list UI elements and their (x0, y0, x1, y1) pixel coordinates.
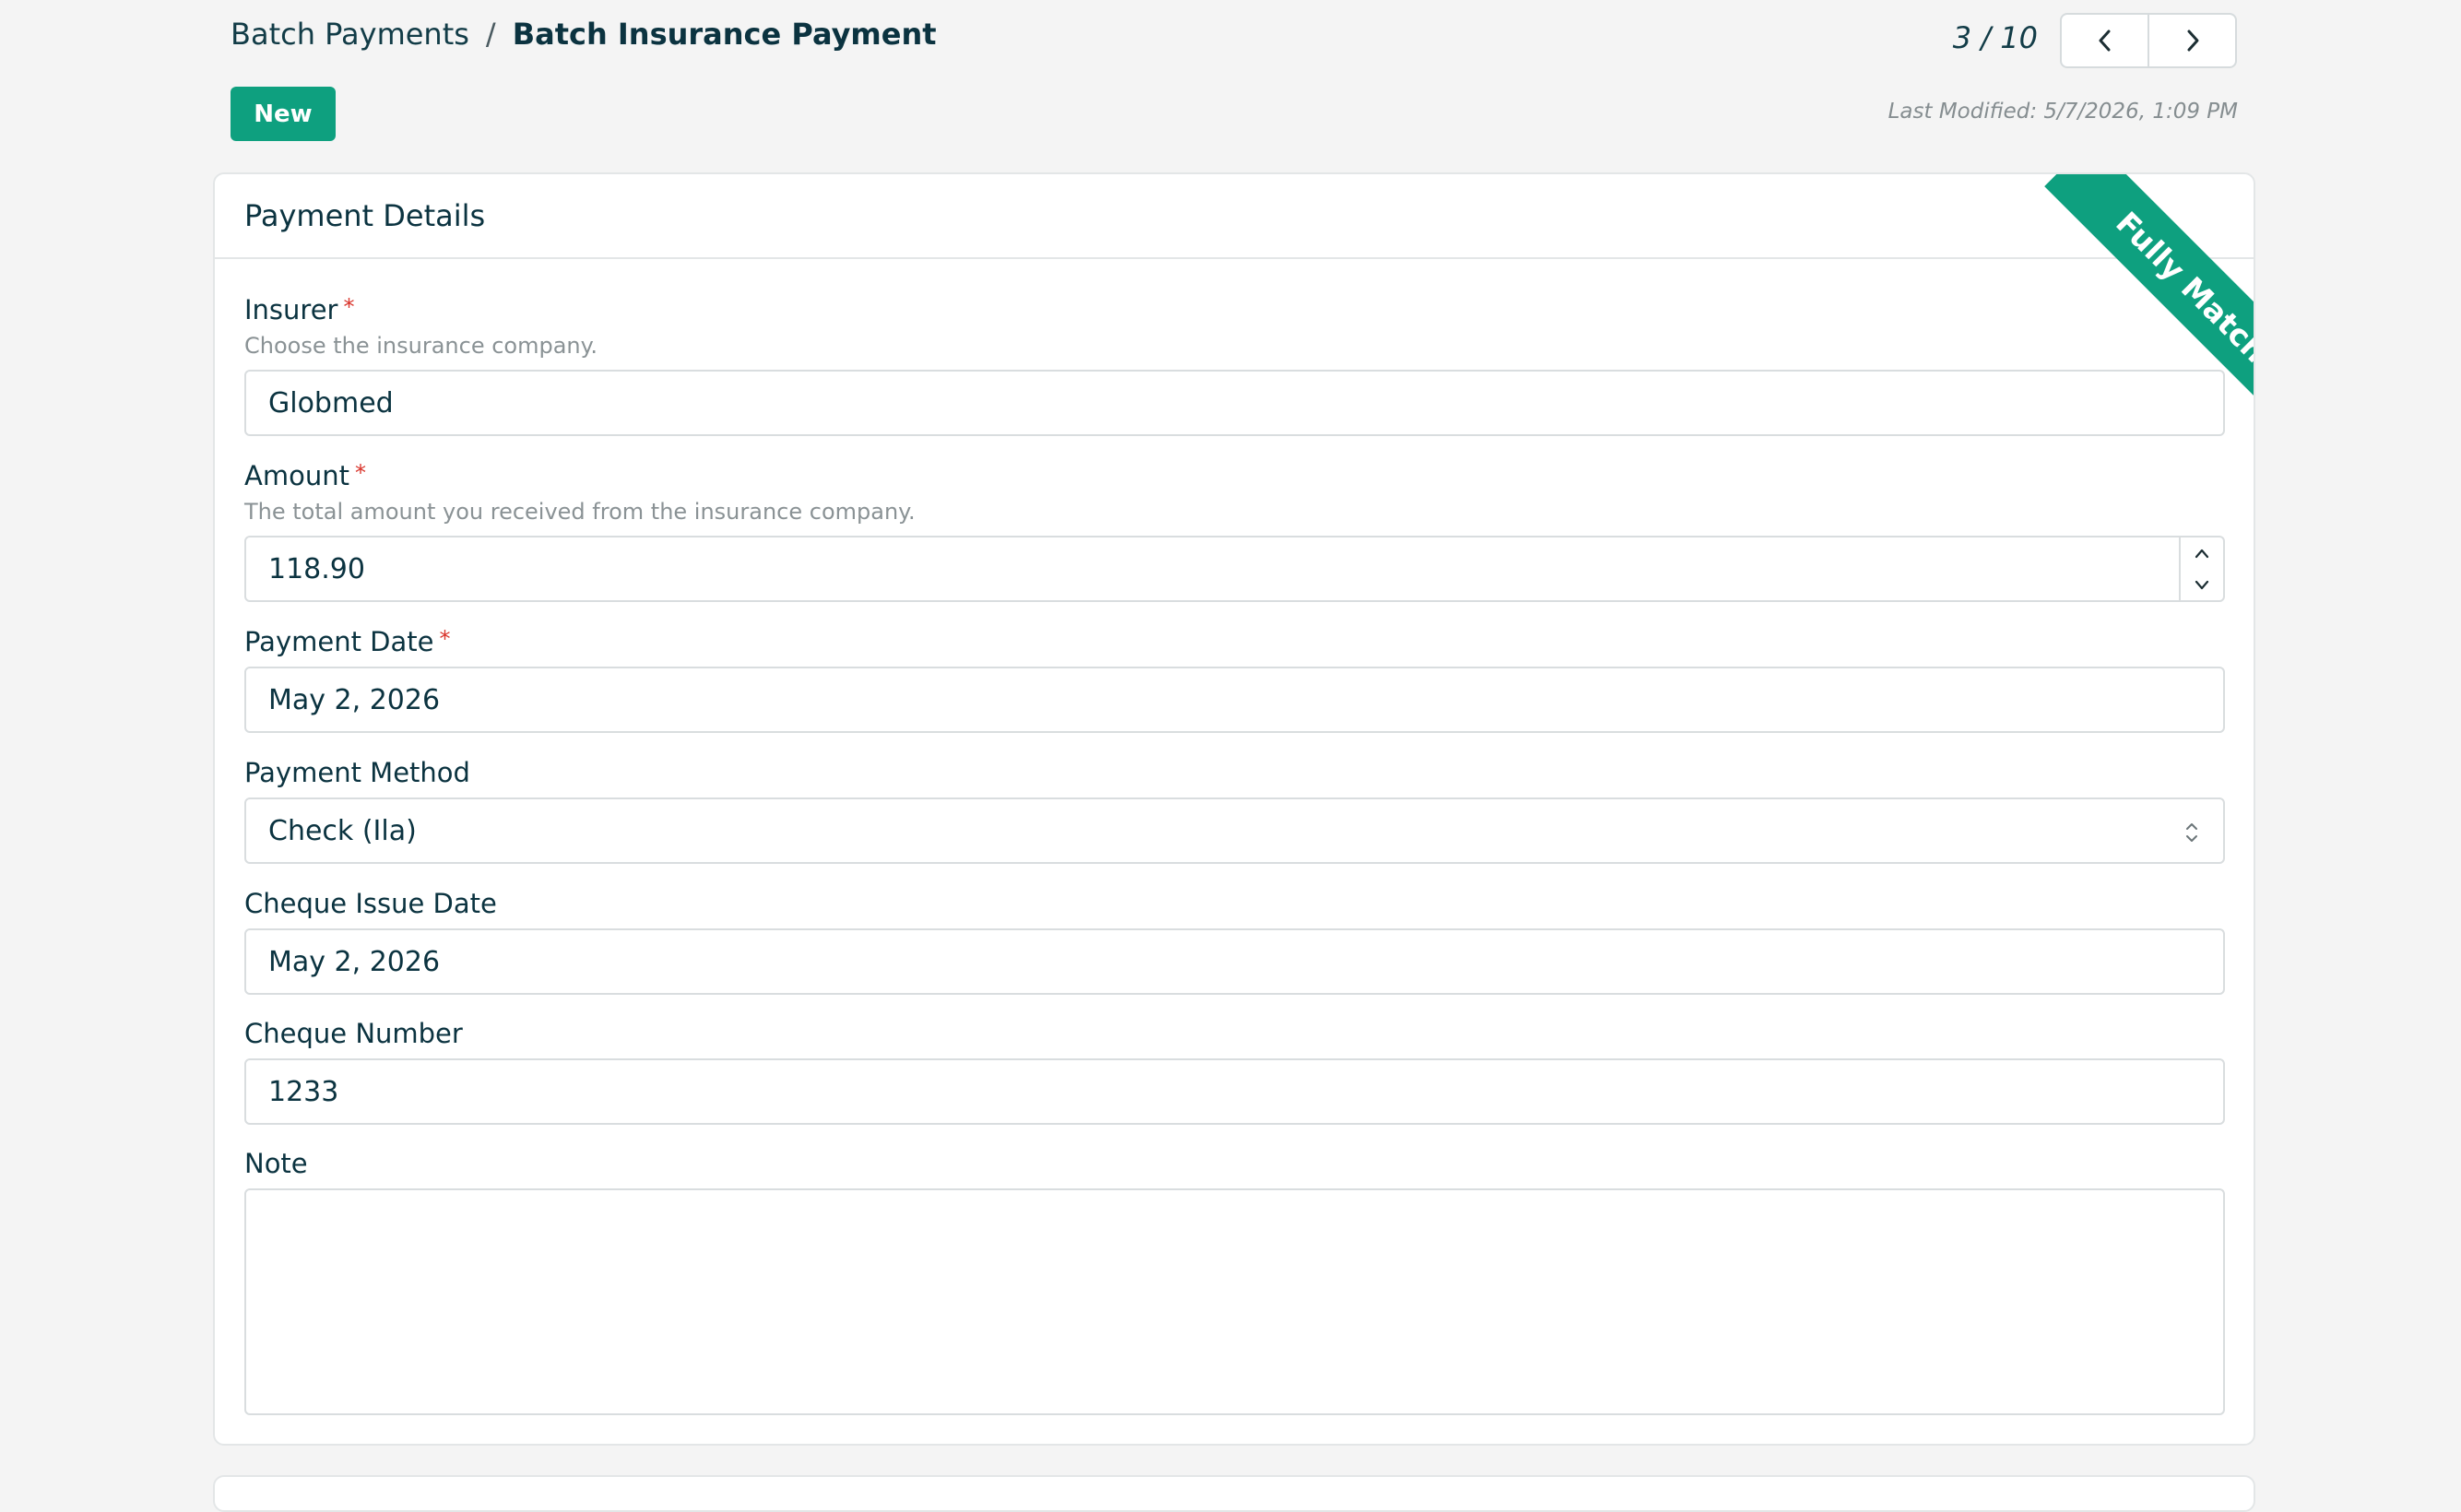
note-textarea[interactable] (244, 1188, 2225, 1415)
decrement-button[interactable] (2181, 569, 2223, 600)
cheque-number-value: 1233 (268, 1075, 339, 1108)
payment-method-value: Check (Ila) (268, 814, 417, 847)
insurer-label: Insurer * (244, 294, 354, 325)
cheque-number-field[interactable]: 1233 (244, 1058, 2225, 1125)
payment-date-value: May 2, 2026 (268, 683, 441, 716)
insurer-value: Globmed (268, 386, 394, 419)
amount-label: Amount * (244, 460, 366, 491)
required-marker: * (354, 460, 366, 486)
cheque-issue-date-label: Cheque Issue Date (244, 888, 497, 919)
breadcrumb-separator: / (485, 17, 496, 52)
card-title: Payment Details (215, 174, 2254, 259)
amount-help-text: The total amount you received from the i… (244, 499, 916, 525)
payment-method-label: Payment Method (244, 757, 470, 788)
payment-method-select[interactable]: Check (Ila) (244, 797, 2225, 864)
payment-date-label-text: Payment Date (244, 626, 434, 657)
chevron-left-icon (2099, 30, 2110, 52)
insurer-label-text: Insurer (244, 294, 338, 325)
insurer-help-text: Choose the insurance company. (244, 333, 598, 359)
cheque-number-label: Cheque Number (244, 1018, 463, 1049)
chevron-up-icon (2195, 549, 2209, 559)
new-button[interactable]: New (231, 87, 336, 141)
amount-label-text: Amount (244, 460, 349, 491)
record-counter: 3 / 10 (1952, 20, 2038, 55)
breadcrumb: Batch Payments / Batch Insurance Payment (231, 17, 937, 52)
top-bar: Batch Payments / Batch Insurance Payment… (0, 0, 2461, 166)
chevron-down-icon (2195, 580, 2209, 590)
cheque-issue-date-field[interactable]: May 2, 2026 (244, 928, 2225, 995)
next-card (213, 1475, 2255, 1512)
required-marker: * (439, 626, 451, 652)
chevron-right-icon (2187, 30, 2198, 52)
last-modified-text: Last Modified: 5/7/2026, 1:09 PM (1887, 100, 2238, 124)
required-marker: * (343, 294, 355, 320)
payment-date-field[interactable]: May 2, 2026 (244, 667, 2225, 733)
page-title: Batch Insurance Payment (512, 17, 937, 52)
next-record-button[interactable] (2147, 15, 2235, 66)
insurer-field[interactable]: Globmed (244, 370, 2225, 436)
amount-value: 118.90 (268, 552, 365, 585)
payment-date-label: Payment Date * (244, 626, 451, 657)
pager (2060, 13, 2237, 68)
amount-field[interactable]: 118.90 (244, 536, 2225, 602)
note-label: Note (244, 1148, 308, 1179)
previous-record-button[interactable] (2062, 15, 2147, 66)
payment-details-card: Payment Details Fully Match Insurer * Cho… (213, 172, 2255, 1446)
increment-button[interactable] (2181, 537, 2223, 569)
select-arrows-icon (2186, 823, 2197, 842)
breadcrumb-batch-payments-link[interactable]: Batch Payments (231, 17, 469, 52)
cheque-issue-date-value: May 2, 2026 (268, 945, 441, 978)
amount-stepper (2179, 537, 2223, 600)
